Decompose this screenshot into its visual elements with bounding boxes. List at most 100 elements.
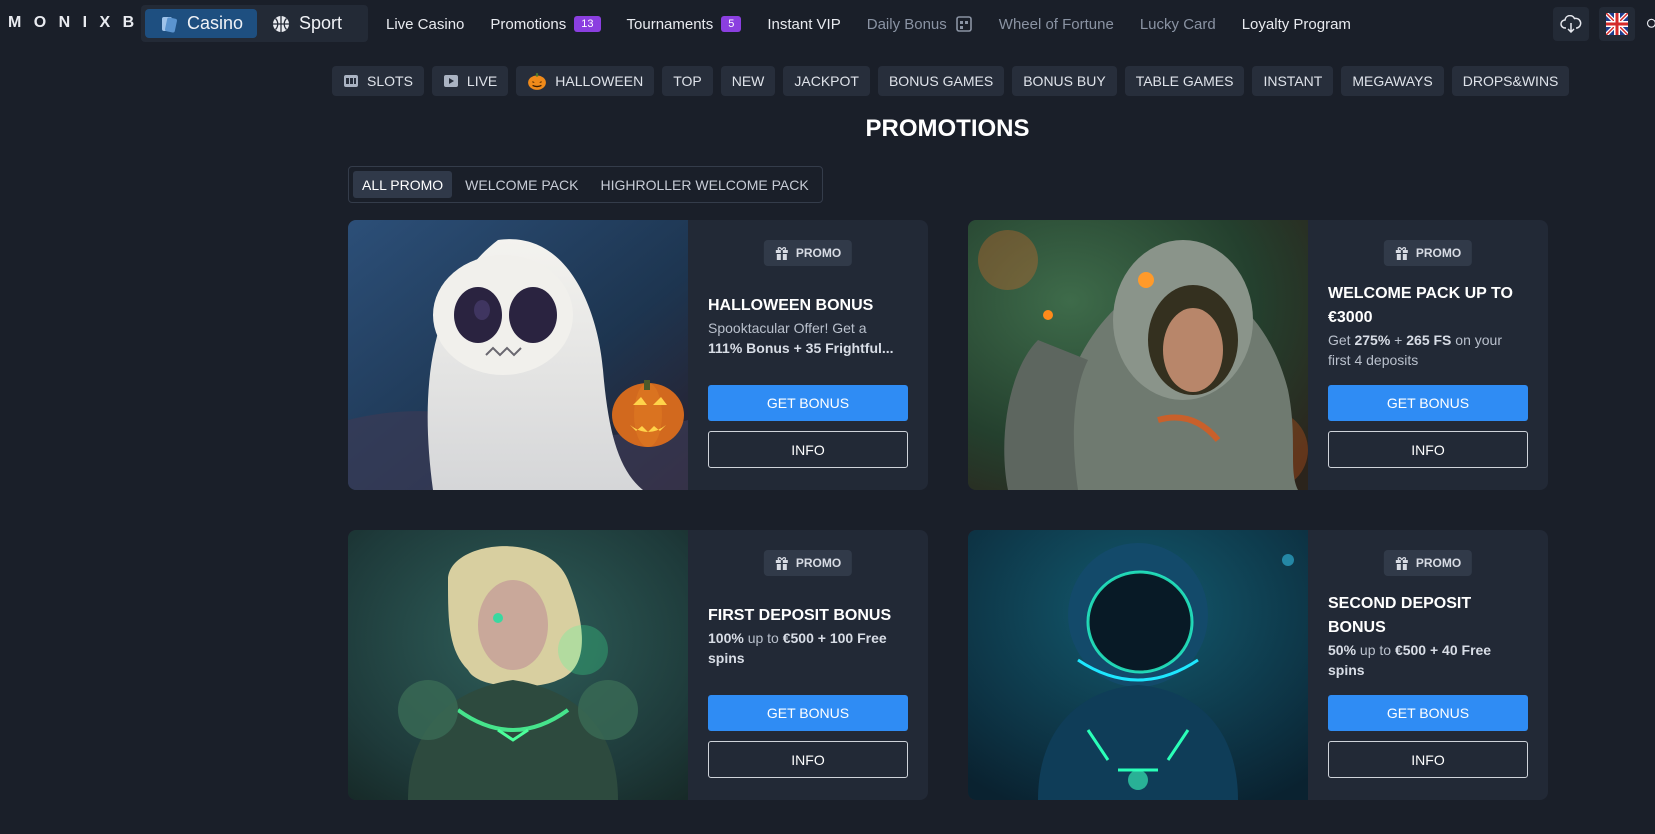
promo-card-first-deposit: PROMO FIRST DEPOSIT BONUS 100% up to €50… <box>348 530 928 800</box>
promo-desc-ellipsis: ... <box>881 340 894 356</box>
promo-desc-bold: 50% <box>1328 642 1357 658</box>
download-app-button[interactable] <box>1553 7 1589 41</box>
gift-icon <box>775 247 788 260</box>
promo-card-body: PROMO SECOND DEPOSIT BONUS 50% up to €500… <box>1308 530 1548 800</box>
promo-desc-text: up to <box>743 630 783 646</box>
promo-image-astronaut-girl <box>968 220 1308 490</box>
category-drops-wins[interactable]: DROPS&WINS <box>1451 66 1570 96</box>
page-title: PROMOTIONS <box>865 115 1030 142</box>
info-button[interactable]: INFO <box>708 741 908 778</box>
gift-icon <box>775 557 788 570</box>
casino-tab-label: Casino <box>187 13 244 33</box>
nav-lucky-card[interactable]: Lucky Card <box>1140 16 1216 33</box>
category-label: INSTANT <box>1263 73 1323 89</box>
promo-text: FIRST DEPOSIT BONUS 100% up to €500 + 10… <box>708 604 908 668</box>
sport-tab-label: Sport <box>299 13 343 33</box>
nav-label: Promotions <box>490 15 567 33</box>
sport-tab[interactable]: Sport <box>257 9 356 38</box>
get-bonus-button[interactable]: GET BONUS <box>1328 385 1528 421</box>
promotions-count-badge: 13 <box>574 16 601 32</box>
promo-desc-bold: 111% Bonus + 35 Frightful <box>708 340 882 356</box>
category-instant[interactable]: INSTANT <box>1252 66 1334 96</box>
promo-desc-text: up to <box>1356 642 1395 658</box>
promo-filter-tabs: ALL PROMO WELCOME PACK HIGHROLLER WELCOM… <box>348 166 823 203</box>
promo-desc-bold: spins <box>708 650 745 666</box>
promo-title: HALLOWEEN BONUS <box>708 297 874 314</box>
filter-highroller-welcome-pack[interactable]: HIGHROLLER WELCOME PACK <box>591 171 817 198</box>
category-label: SLOTS <box>367 73 413 89</box>
category-table-games[interactable]: TABLE GAMES <box>1124 66 1245 96</box>
info-button[interactable]: INFO <box>1328 431 1528 468</box>
promo-card-halloween: PROMO HALLOWEEN BONUS Spooktacular Offer… <box>348 220 928 490</box>
promo-image-ghost <box>348 220 688 490</box>
promo-title-line: SECOND DEPOSIT <box>1328 595 1472 612</box>
uk-flag-icon <box>1606 13 1628 35</box>
promo-desc-text: + <box>1390 332 1407 348</box>
filter-welcome-pack[interactable]: WELCOME PACK <box>456 171 587 198</box>
category-live[interactable]: LIVE <box>431 66 509 96</box>
get-bonus-button[interactable]: GET BONUS <box>708 695 908 731</box>
category-label: HALLOWEEN <box>555 73 644 89</box>
promo-desc-text: on your <box>1451 332 1502 348</box>
nav-label: Lucky Card <box>1139 15 1216 33</box>
promo-description: 100% up to €500 + 100 Free spins <box>708 628 908 668</box>
promo-tag: PROMO <box>1383 240 1473 266</box>
info-button[interactable]: INFO <box>708 431 908 468</box>
promo-card-body: PROMO FIRST DEPOSIT BONUS 100% up to €50… <box>688 530 928 800</box>
nav-label: Instant VIP <box>767 15 841 33</box>
casino-tab[interactable]: Casino <box>145 9 258 38</box>
gift-icon <box>1395 557 1408 570</box>
category-bonus-games[interactable]: BONUS GAMES <box>877 66 1005 96</box>
category-label: DROPS&WINS <box>1462 73 1559 89</box>
get-bonus-button[interactable]: GET BONUS <box>708 385 908 421</box>
info-button[interactable]: INFO <box>1328 741 1528 778</box>
filter-all-promo[interactable]: ALL PROMO <box>353 171 453 198</box>
promo-image-armored-woman <box>348 530 688 800</box>
get-bonus-button[interactable]: GET BONUS <box>1328 695 1528 731</box>
category-top[interactable]: TOP <box>662 66 713 96</box>
promo-tag-label: PROMO <box>1415 246 1462 260</box>
promo-tag-label: PROMO <box>795 246 842 260</box>
nav-label: Wheel of Fortune <box>998 15 1114 33</box>
category-slots[interactable]: SLOTS <box>332 66 424 96</box>
nav-tournaments[interactable]: Tournaments 5 <box>627 16 742 33</box>
promo-desc-text: Get <box>1328 332 1355 348</box>
category-label: BONUS BUY <box>1023 73 1106 89</box>
promo-title: FIRST DEPOSIT BONUS <box>708 607 892 624</box>
category-label: MEGAWAYS <box>1352 73 1433 89</box>
search-button[interactable] <box>1645 7 1655 41</box>
nav-instant-vip[interactable]: Instant VIP <box>767 16 840 33</box>
promo-image-neon-astronaut <box>968 530 1308 800</box>
promo-desc-bold: 100% <box>708 630 744 646</box>
category-label: NEW <box>731 73 765 89</box>
category-jackpot[interactable]: JACKPOT <box>783 66 870 96</box>
category-bonus-buy[interactable]: BONUS BUY <box>1012 66 1117 96</box>
nav-daily-bonus[interactable]: Daily Bonus <box>867 15 973 33</box>
category-megaways[interactable]: MEGAWAYS <box>1341 66 1444 96</box>
gift-icon <box>1395 247 1408 260</box>
category-halloween[interactable]: HALLOWEEN <box>516 66 655 96</box>
promo-desc-bold: 275% <box>1354 332 1391 348</box>
promo-desc-bold: €500 + 40 Free <box>1394 642 1492 658</box>
promo-title-line: €3000 <box>1328 309 1373 326</box>
promo-text: WELCOME PACK UP TO €3000 Get 275% + 265 F… <box>1328 282 1528 370</box>
nav-wheel-of-fortune[interactable]: Wheel of Fortune <box>999 16 1114 33</box>
slots-icon <box>344 75 358 87</box>
basketball-icon <box>273 15 290 32</box>
language-selector[interactable] <box>1599 7 1635 41</box>
top-bar: M O N I X B E T Casino Sport Live Casino… <box>0 0 1655 48</box>
nav-live-casino[interactable]: Live Casino <box>386 16 464 33</box>
promo-title: WELCOME PACK UP TO €3000 <box>1328 282 1528 330</box>
promo-desc-bold: spins <box>1328 662 1365 678</box>
category-label: LIVE <box>466 73 498 89</box>
casino-sport-switch: Casino Sport <box>141 5 368 42</box>
category-new[interactable]: NEW <box>720 66 776 96</box>
promo-title: SECOND DEPOSIT BONUS <box>1328 592 1528 640</box>
promo-tag-label: PROMO <box>1415 556 1462 570</box>
promo-description: Get 275% + 265 FS on your first 4 deposi… <box>1328 330 1528 370</box>
nav-loyalty-program[interactable]: Loyalty Program <box>1242 16 1351 33</box>
promo-tag: PROMO <box>763 240 853 266</box>
pumpkin-icon <box>528 73 547 90</box>
nav-promotions[interactable]: Promotions 13 <box>490 15 601 33</box>
category-label: BONUS GAMES <box>888 73 994 89</box>
